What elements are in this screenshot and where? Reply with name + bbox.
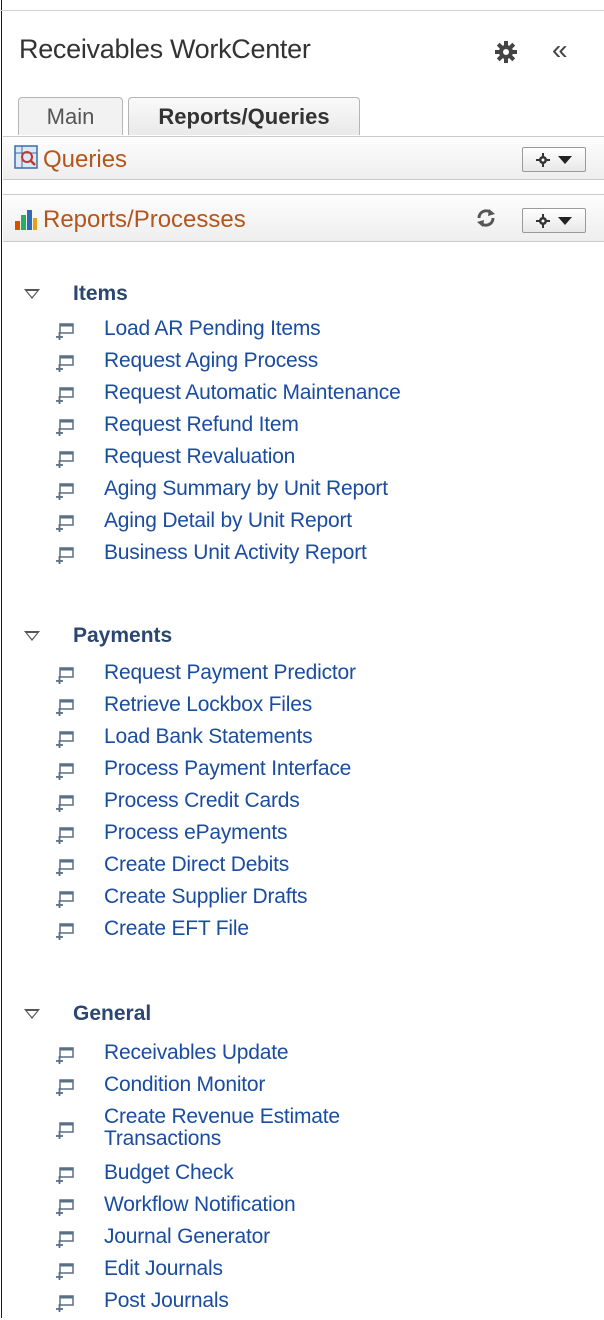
process-link-label[interactable]: Condition Monitor	[104, 1073, 265, 1097]
process-icon	[53, 859, 75, 877]
process-link[interactable]: Load Bank Statements	[0, 724, 604, 756]
process-icon	[53, 667, 75, 685]
process-link[interactable]: Condition Monitor	[0, 1072, 604, 1104]
query-icon	[14, 145, 38, 169]
settings-gear-icon[interactable]	[494, 40, 518, 64]
process-link[interactable]: Request Automatic Maintenance	[0, 380, 604, 412]
process-icon	[53, 387, 75, 405]
process-icon	[53, 891, 75, 909]
process-link[interactable]: Create Direct Debits	[0, 852, 604, 884]
process-link-label[interactable]: Journal Generator	[104, 1225, 270, 1249]
process-icon	[53, 923, 75, 941]
process-icon	[53, 1263, 75, 1281]
process-link-label[interactable]: Create Direct Debits	[104, 853, 289, 877]
reports-options-menu[interactable]	[522, 208, 586, 233]
collapse-triangle-icon	[24, 1009, 40, 1019]
process-icon	[53, 1122, 75, 1140]
process-link-label[interactable]: Business Unit Activity Report	[104, 541, 367, 565]
process-link[interactable]: Process Payment Interface	[0, 756, 604, 788]
process-link-label[interactable]: Create Revenue Estimate Transactions	[104, 1106, 424, 1150]
process-link-label[interactable]: Aging Detail by Unit Report	[104, 509, 352, 533]
process-link-label[interactable]: Budget Check	[104, 1161, 234, 1185]
process-icon	[53, 419, 75, 437]
queries-options-menu[interactable]	[522, 147, 586, 172]
process-link-label[interactable]: Post Journals	[104, 1289, 229, 1313]
process-icon	[53, 763, 75, 781]
process-link[interactable]: Aging Detail by Unit Report	[0, 508, 604, 540]
process-link-label[interactable]: Request Automatic Maintenance	[104, 381, 401, 405]
process-link[interactable]: Receivables Update	[0, 1040, 604, 1072]
process-link[interactable]: Process ePayments	[0, 820, 604, 852]
process-link-label[interactable]: Request Payment Predictor	[104, 661, 356, 685]
process-link[interactable]: Retrieve Lockbox Files	[0, 692, 604, 724]
process-icon	[53, 547, 75, 565]
refresh-icon[interactable]	[475, 207, 497, 229]
process-link[interactable]: Workflow Notification	[0, 1192, 604, 1224]
process-link[interactable]: Business Unit Activity Report	[0, 540, 604, 572]
process-icon	[53, 323, 75, 341]
bar-chart-icon	[14, 207, 38, 231]
process-link[interactable]: Aging Summary by Unit Report	[0, 476, 604, 508]
process-link-label[interactable]: Create Supplier Drafts	[104, 885, 308, 909]
process-link[interactable]: Process Credit Cards	[0, 788, 604, 820]
process-link-label[interactable]: Aging Summary by Unit Report	[104, 477, 388, 501]
collapse-triangle-icon	[24, 631, 40, 641]
process-icon	[53, 1047, 75, 1065]
chevron-down-icon	[558, 156, 572, 164]
process-link[interactable]: Request Refund Item	[0, 412, 604, 444]
queries-pagelet-header: Queries	[3, 136, 604, 180]
process-icon	[53, 731, 75, 749]
queries-title[interactable]: Queries	[43, 146, 127, 174]
process-link-label[interactable]: Workflow Notification	[104, 1193, 296, 1217]
process-link-label[interactable]: Retrieve Lockbox Files	[104, 693, 312, 717]
page-title: Receivables WorkCenter	[19, 34, 311, 64]
process-icon	[53, 827, 75, 845]
process-icon	[53, 451, 75, 469]
process-link-label[interactable]: Load Bank Statements	[104, 725, 313, 749]
process-icon	[53, 1295, 75, 1313]
section-title: Payments	[73, 624, 173, 647]
process-link[interactable]: Create Supplier Drafts	[0, 884, 604, 916]
process-link-label[interactable]: Request Aging Process	[104, 349, 318, 373]
process-link[interactable]: Edit Journals	[0, 1256, 604, 1288]
process-link[interactable]: Budget Check	[0, 1160, 604, 1192]
process-link-label[interactable]: Request Refund Item	[104, 413, 299, 437]
process-link-label[interactable]: Process ePayments	[104, 821, 288, 845]
section-title: Items	[73, 282, 128, 305]
process-icon	[53, 1199, 75, 1217]
process-link-label[interactable]: Edit Journals	[104, 1257, 223, 1281]
process-icon	[53, 1231, 75, 1249]
process-link-label[interactable]: Create EFT File	[104, 917, 249, 941]
process-link-label[interactable]: Request Revaluation	[104, 445, 295, 469]
tab-reports-queries[interactable]: Reports/Queries	[128, 97, 360, 135]
process-link[interactable]: Journal Generator	[0, 1224, 604, 1256]
collapse-icon[interactable]: «	[552, 36, 568, 64]
process-link[interactable]: Request Aging Process	[0, 348, 604, 380]
tab-main[interactable]: Main	[18, 97, 123, 135]
process-link[interactable]: Load AR Pending Items	[0, 316, 604, 348]
process-icon	[53, 1167, 75, 1185]
process-icon	[53, 515, 75, 533]
gear-icon	[536, 214, 550, 228]
process-icon	[53, 699, 75, 717]
process-link[interactable]: Post Journals	[0, 1288, 604, 1320]
process-link-label[interactable]: Process Payment Interface	[104, 757, 351, 781]
process-icon	[53, 795, 75, 813]
process-icon	[53, 355, 75, 373]
process-link-label[interactable]: Load AR Pending Items	[104, 317, 321, 341]
process-link-label[interactable]: Receivables Update	[104, 1041, 289, 1065]
chevron-down-icon	[558, 217, 572, 225]
process-link[interactable]: Create EFT File	[0, 916, 604, 948]
section-title: General	[73, 1002, 152, 1025]
process-link[interactable]: Request Revaluation	[0, 444, 604, 476]
gear-icon	[536, 153, 550, 167]
process-icon	[53, 483, 75, 501]
process-link[interactable]: Create Revenue Estimate Transactions	[0, 1104, 604, 1160]
collapse-triangle-icon	[24, 289, 40, 299]
process-icon	[53, 1079, 75, 1097]
reports-pagelet-header: Reports/Processes	[3, 194, 604, 242]
process-link[interactable]: Request Payment Predictor	[0, 660, 604, 692]
process-link-label[interactable]: Process Credit Cards	[104, 789, 300, 813]
reports-processes-title[interactable]: Reports/Processes	[43, 206, 246, 234]
